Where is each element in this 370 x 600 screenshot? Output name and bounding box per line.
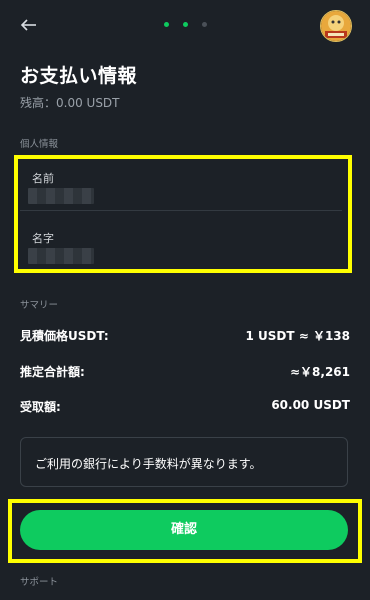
summary-row-quote: 見積価格USDT: 1 USDT ≈ ￥138 <box>20 327 350 345</box>
personal-info-label: 個人情報 <box>20 139 59 150</box>
back-button[interactable] <box>18 14 40 36</box>
support-label: サポート <box>20 577 59 588</box>
step-dot-2 <box>183 22 188 27</box>
receive-label: 受取額: <box>20 400 61 414</box>
receive-value: 60.00 USDT <box>271 398 350 412</box>
balance-text: 残高：0.00 USDT <box>20 96 120 110</box>
total-value: ≈￥8,261 <box>289 365 350 379</box>
summary-label: サマリー <box>20 300 59 311</box>
total-label: 推定合計額: <box>20 365 85 379</box>
arrow-left-icon <box>20 19 36 31</box>
summary-row-total: 推定合計額: ≈￥8,261 <box>20 363 350 381</box>
highlight-box-personal-info <box>14 155 352 273</box>
fee-notice-text: ご利用の銀行により手数料が異なります。 <box>35 457 262 471</box>
step-dot-1 <box>164 22 169 27</box>
top-bar <box>0 0 370 50</box>
step-dot-3 <box>202 22 207 27</box>
avatar-image-icon <box>321 11 351 41</box>
highlight-box-confirm <box>8 499 362 563</box>
quote-label: 見積価格USDT: <box>20 329 109 343</box>
page-title: お支払い情報 <box>20 65 138 87</box>
fee-notice: ご利用の銀行により手数料が異なります。 <box>20 437 348 487</box>
summary-row-receive: 受取額: 60.00 USDT <box>20 398 350 416</box>
quote-value: 1 USDT ≈ ￥138 <box>245 329 350 343</box>
avatar[interactable] <box>320 10 352 42</box>
step-indicator <box>164 22 207 27</box>
